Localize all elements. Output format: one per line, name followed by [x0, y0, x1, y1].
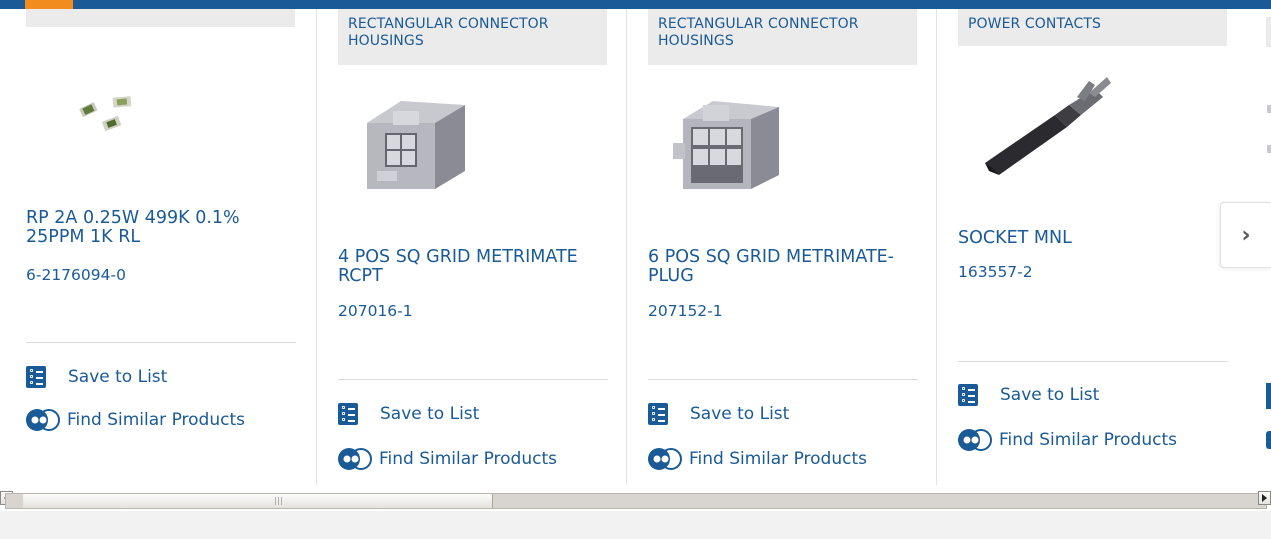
chevron-right-icon: ›	[1241, 222, 1251, 248]
product-card: POWER CONTACTS SOCKET MNL 163557-2 Save …	[936, 9, 1247, 485]
find-similar-button[interactable]: Find Similar Products	[24, 407, 245, 433]
divider	[338, 379, 608, 380]
checklist-icon	[338, 403, 358, 425]
save-to-list-label: Save to List	[68, 367, 168, 387]
product-card: RECTANGULAR CONNECTOR HOUSINGS 4 POS SQ …	[316, 9, 627, 485]
find-similar-button[interactable]: Find Similar Products	[336, 446, 557, 472]
find-similar-label: Find Similar Products	[999, 430, 1177, 450]
part-number[interactable]: 207152-1	[648, 302, 723, 320]
find-similar-icon	[648, 448, 682, 470]
scrollbar-thumb[interactable]	[23, 494, 493, 508]
find-similar-button[interactable]: Find Similar Products	[646, 446, 867, 472]
part-number[interactable]: 207016-1	[338, 302, 413, 320]
product-name[interactable]: SOCKET MNL	[958, 229, 1218, 248]
save-to-list-label: Save to List	[1000, 385, 1100, 405]
save-to-list-label: Save to List	[380, 404, 480, 424]
product-card: RP 2A 0.25W 499K 0.1% 25PPM 1K RL 6-2176…	[5, 9, 316, 485]
save-to-list-label: Save to List	[690, 404, 790, 424]
divider	[26, 342, 296, 343]
find-similar-label: Find Similar Products	[67, 410, 245, 430]
category-tag: RECTANGULAR CONNECTOR HOUSINGS	[648, 9, 917, 65]
carousel-next-button[interactable]: ›	[1220, 202, 1271, 268]
find-similar-icon	[958, 429, 992, 451]
scrollbar-grip	[275, 497, 282, 505]
product-name[interactable]: 6 POS SQ GRID METRIMATE-PLUG	[648, 248, 908, 286]
product-name[interactable]: 4 POS SQ GRID METRIMATE RCPT	[338, 248, 598, 286]
product-image[interactable]	[977, 75, 1127, 195]
top-progress-bar	[0, 0, 1271, 9]
find-similar-label: Find Similar Products	[379, 449, 557, 469]
scroll-right-arrow[interactable]	[1258, 491, 1271, 505]
product-name[interactable]: RP 2A 0.25W 499K 0.1% 25PPM 1K RL	[26, 209, 286, 247]
divider	[648, 379, 918, 380]
save-to-list-button[interactable]: Save to List	[26, 366, 167, 388]
find-similar-icon	[26, 409, 60, 431]
category-tag: POWER CONTACTS	[958, 9, 1227, 46]
find-similar-label: Find Similar Products	[689, 449, 867, 469]
category-tag	[26, 9, 295, 27]
active-indicator	[25, 0, 73, 9]
triangle-right-icon	[1262, 494, 1267, 502]
save-to-list-button[interactable]: Save to List	[958, 384, 1099, 406]
page-footer-area	[0, 511, 1271, 539]
save-to-list-button[interactable]: Save to List	[648, 403, 789, 425]
divider	[958, 361, 1228, 362]
product-image[interactable]	[75, 89, 145, 139]
product-image[interactable]	[667, 97, 787, 197]
save-to-list-button[interactable]: Save to List	[338, 403, 479, 425]
checklist-icon	[648, 403, 668, 425]
scrollbar-track[interactable]	[5, 493, 1267, 509]
horizontal-scrollbar[interactable]	[0, 491, 1271, 510]
find-similar-icon	[338, 448, 372, 470]
checklist-icon	[26, 366, 46, 388]
checklist-icon	[958, 384, 978, 406]
part-number[interactable]: 6-2176094-0	[26, 266, 126, 284]
product-carousel: RP 2A 0.25W 499K 0.1% 25PPM 1K RL 6-2176…	[0, 9, 1271, 485]
product-image[interactable]	[357, 93, 475, 193]
category-tag: RECTANGULAR CONNECTOR HOUSINGS	[338, 9, 607, 65]
find-similar-button[interactable]: Find Similar Products	[956, 427, 1177, 453]
product-card: RECTANGULAR CONNECTOR HOUSINGS 6 POS SQ …	[626, 9, 937, 485]
part-number[interactable]: 163557-2	[958, 263, 1033, 281]
